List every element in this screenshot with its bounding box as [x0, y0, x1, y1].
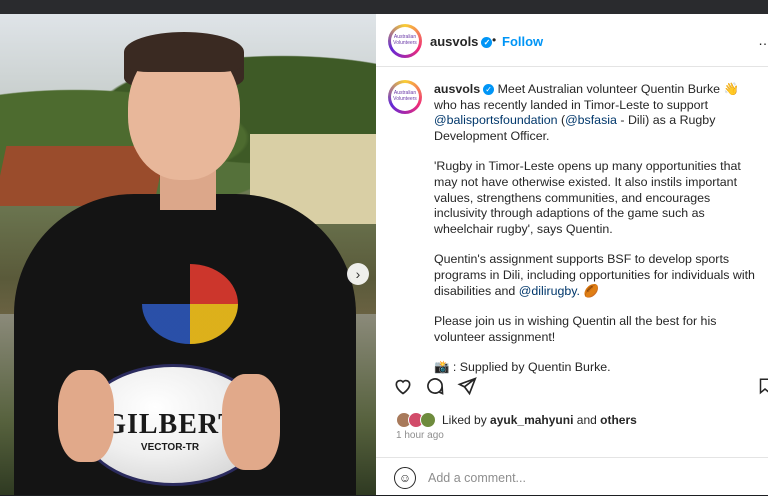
- liked-others[interactable]: others: [600, 413, 637, 427]
- account-avatar[interactable]: Australian Volunteers: [388, 24, 422, 58]
- ball-model: VECTOR-TR: [140, 442, 200, 453]
- action-bar: [376, 374, 768, 410]
- mention-dilirugby[interactable]: @dilirugby.: [519, 284, 580, 298]
- caption-wish: Please join us in wishing Quentin all th…: [434, 314, 717, 344]
- liked-prefix: Liked by: [442, 413, 487, 427]
- caption-verified-icon: ✓: [483, 84, 495, 96]
- caption-assignment-paragraph: Quentin's assignment supports BSF to dev…: [434, 252, 764, 299]
- comment-icon[interactable]: [424, 376, 446, 398]
- comment-bar: ☺: [376, 457, 768, 496]
- send-icon[interactable]: [456, 376, 478, 398]
- caption-intro: ausvols ✓ Meet Australian volunteer Quent…: [434, 82, 764, 144]
- caption-lead: Meet Australian volunteer Quentin Burke: [497, 82, 721, 96]
- liked-by-row: Liked by ayuk_mahyuni and others: [396, 410, 637, 430]
- verified-icon: ✓: [481, 37, 493, 49]
- more-options-icon[interactable]: …: [758, 32, 768, 48]
- left-hand: [58, 370, 114, 462]
- wave-emoji: 👋: [723, 82, 739, 96]
- liker-avatar[interactable]: [420, 412, 436, 428]
- post-header: Australian Volunteers ausvols ✓ • Follow …: [376, 14, 768, 67]
- rugby-emoji: 🏉: [583, 283, 599, 298]
- comment-input[interactable]: [426, 466, 730, 490]
- avatar-logo-text: Australian Volunteers: [393, 34, 417, 46]
- post-panel: Australian Volunteers ausvols ✓ • Follow …: [376, 14, 768, 495]
- photo-hair-top: [124, 32, 244, 72]
- heart-icon[interactable]: [392, 376, 414, 398]
- emoji-icon[interactable]: ☺: [394, 467, 416, 489]
- liked-user[interactable]: ayuk_mahyuni: [490, 413, 573, 427]
- mention-bsfasia[interactable]: @bsfasia: [565, 113, 617, 127]
- caption-who: who has recently landed in Timor-Leste t…: [434, 97, 709, 112]
- shirt-logo: [142, 264, 238, 344]
- liked-and: and: [576, 413, 597, 427]
- post-time[interactable]: 1 hour ago: [396, 430, 444, 441]
- caption-username[interactable]: ausvols: [434, 82, 480, 96]
- header-separator: •: [492, 33, 497, 47]
- caption-quote: 'Rugby in Timor-Leste opens up many oppo…: [434, 159, 741, 236]
- caption-avatar[interactable]: Australian Volunteers: [388, 80, 422, 114]
- post-caption: ausvols ✓ Meet Australian volunteer Quent…: [434, 82, 764, 376]
- post-photo[interactable]: GILBERT VECTOR-TR ›: [0, 14, 376, 495]
- header-username-text[interactable]: ausvols: [430, 34, 478, 49]
- follow-button[interactable]: Follow: [502, 34, 543, 49]
- right-hand: [222, 374, 280, 470]
- mention-balisportsfoundation[interactable]: @balisportsfoundation: [434, 113, 557, 127]
- header-username[interactable]: ausvols ✓: [430, 34, 493, 49]
- caption-avatar-logo-text: Australian Volunteers: [393, 90, 417, 102]
- screen: GILBERT VECTOR-TR › Australian Volunteer…: [0, 0, 768, 495]
- carousel-next-button[interactable]: ›: [347, 263, 369, 285]
- bookmark-icon[interactable]: [754, 376, 768, 398]
- browser-top-strip: [0, 0, 768, 14]
